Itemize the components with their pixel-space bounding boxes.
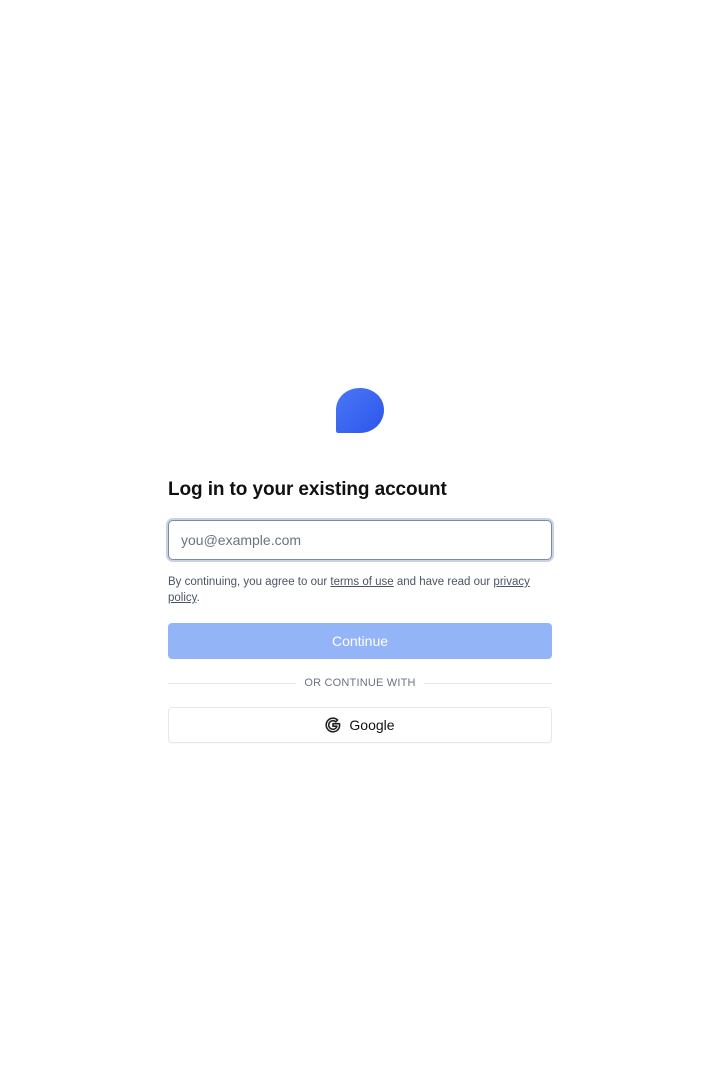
- google-g-icon: [325, 717, 341, 733]
- chat-bubble-icon: [335, 387, 385, 435]
- login-page: Log in to your existing account By conti…: [0, 0, 720, 1080]
- terms-notice: By continuing, you agree to our terms of…: [168, 574, 552, 606]
- divider-label: OR CONTINUE WITH: [304, 677, 416, 689]
- terms-middle: and have read our: [393, 576, 494, 588]
- terms-suffix: .: [196, 592, 200, 604]
- divider-line-left: [168, 682, 297, 684]
- terms-prefix: By continuing, you agree to our: [168, 576, 331, 588]
- google-button-label: Google: [349, 717, 395, 733]
- login-form: Log in to your existing account By conti…: [168, 476, 553, 743]
- email-field[interactable]: [169, 521, 551, 559]
- divider: OR CONTINUE WITH: [168, 675, 553, 691]
- google-login-button[interactable]: Google: [168, 707, 552, 743]
- page-title: Log in to your existing account: [168, 479, 447, 500]
- terms-of-use-link[interactable]: terms of use: [330, 576, 393, 588]
- continue-button[interactable]: Continue: [168, 623, 552, 659]
- email-field-wrapper: [168, 520, 552, 560]
- divider-line-right: [423, 682, 553, 684]
